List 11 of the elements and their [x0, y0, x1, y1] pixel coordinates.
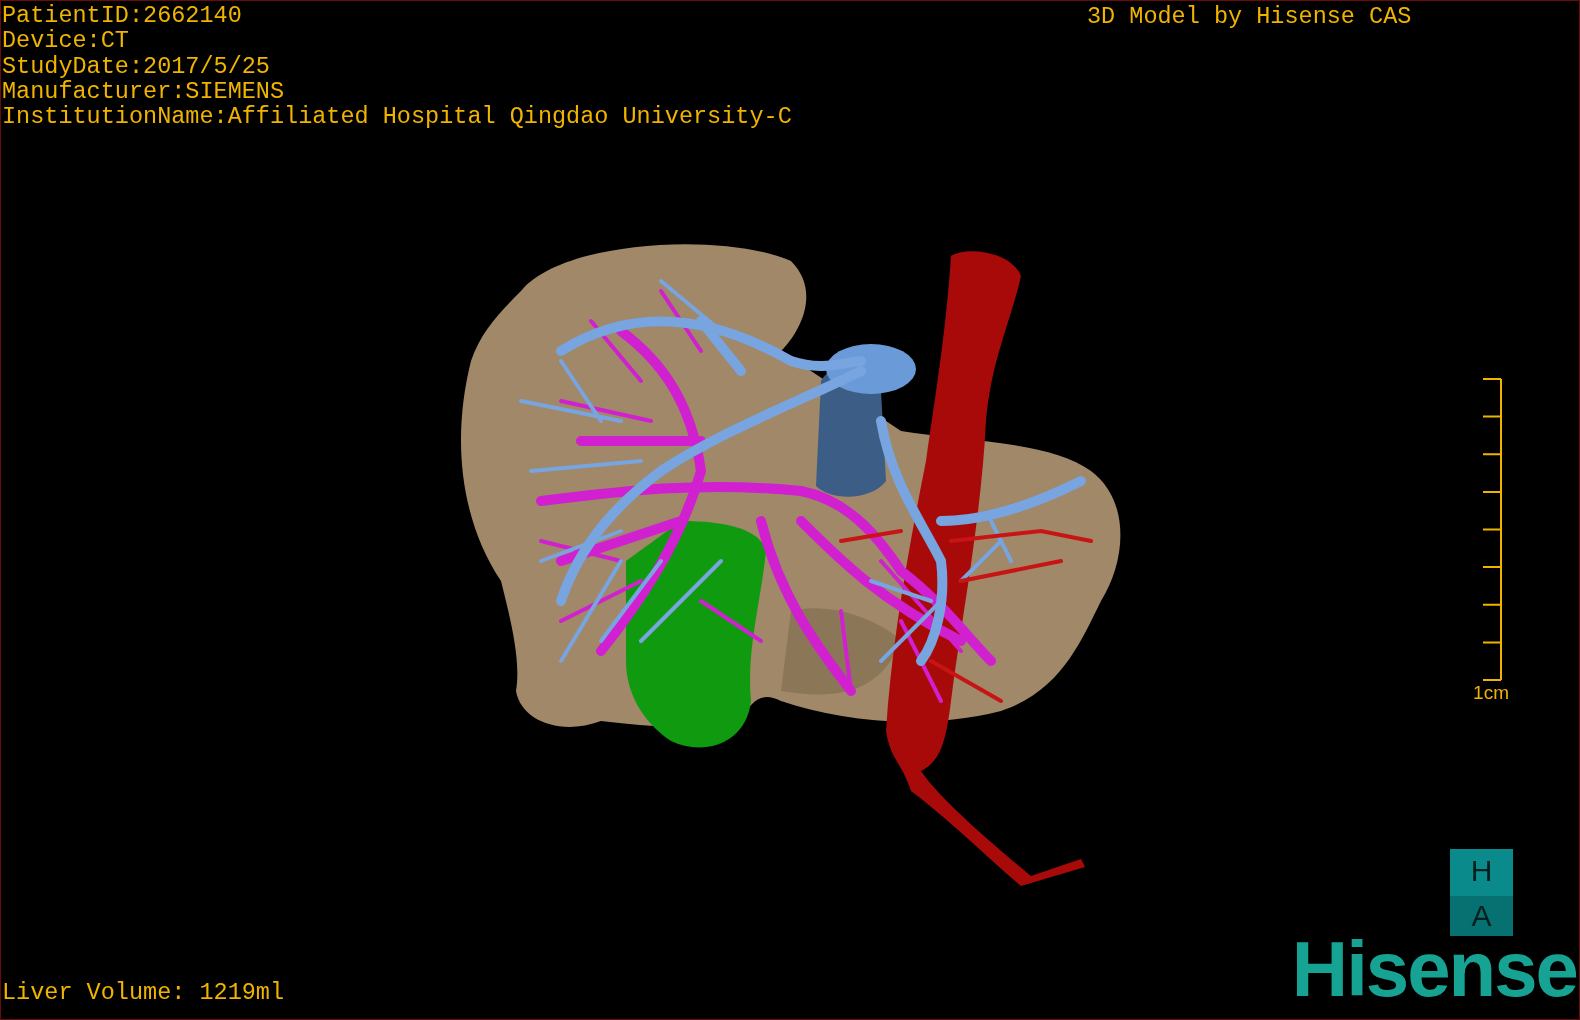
liver-volume-text: Liver Volume: 1219ml [2, 980, 285, 1005]
orientation-label: H [1469, 853, 1494, 889]
brand-logo: Hisense [1291, 933, 1577, 1005]
study-info-text: PatientID:2662140 [2, 3, 242, 29]
model-title: 3D Model by Hisense CAS [1087, 4, 1412, 29]
study-info-text: Manufacturer:SIEMENS [2, 78, 285, 105]
study-info-text: StudyDate:2017/5/25 [2, 53, 270, 79]
scale-label: 1cm [1473, 683, 1509, 703]
orientation-label: A [1450, 896, 1513, 936]
study-info-text: Device:CT [2, 28, 129, 54]
study-info-text: InstitutionName:Affiliated Hospital Qingdao University-C [2, 104, 792, 130]
